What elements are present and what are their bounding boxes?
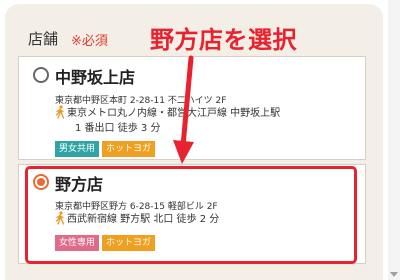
- tag-unisex: 男女共用: [55, 141, 100, 157]
- shop-name: 野方店: [55, 175, 104, 194]
- tag-women-only: 女性専用: [55, 235, 100, 251]
- walking-person-icon: [55, 211, 65, 225]
- scroll-down-arrow-icon[interactable]: [390, 272, 398, 277]
- shop-option-nogata[interactable]: 野方店 東京都中野区野方 6-28-15 軽部ビル 2F 西武新宿線 野方駅 北…: [18, 164, 366, 264]
- radio-dot: [37, 178, 45, 186]
- tag-hot-yoga: ホットヨガ: [102, 141, 156, 157]
- tag-hot-yoga: ホットヨガ: [102, 235, 156, 251]
- walking-person-icon: [55, 105, 65, 119]
- section-label: 店舗: [28, 30, 59, 48]
- shop-tags: 男女共用 ホットヨガ: [55, 141, 156, 157]
- shop-access: 西武新宿線 野方駅 北口 徒歩 2 分: [67, 212, 219, 227]
- access-line-1: 西武新宿線 野方駅 北口 徒歩 2 分: [67, 214, 220, 225]
- callout-title: 野方店を選択: [150, 26, 297, 54]
- radio-button-selected-icon[interactable]: [33, 174, 49, 190]
- scrollbar[interactable]: [388, 0, 400, 280]
- shop-name: 中野坂上店: [55, 68, 136, 87]
- shop-tags: 女性専用 ホットヨガ: [55, 235, 156, 251]
- required-mark: ※必須: [71, 34, 108, 49]
- shop-address: 東京都中野区野方 6-28-15 軽部ビル 2F: [55, 202, 218, 212]
- radio-button-icon[interactable]: [33, 67, 49, 83]
- callout-arrow-icon: [173, 55, 194, 164]
